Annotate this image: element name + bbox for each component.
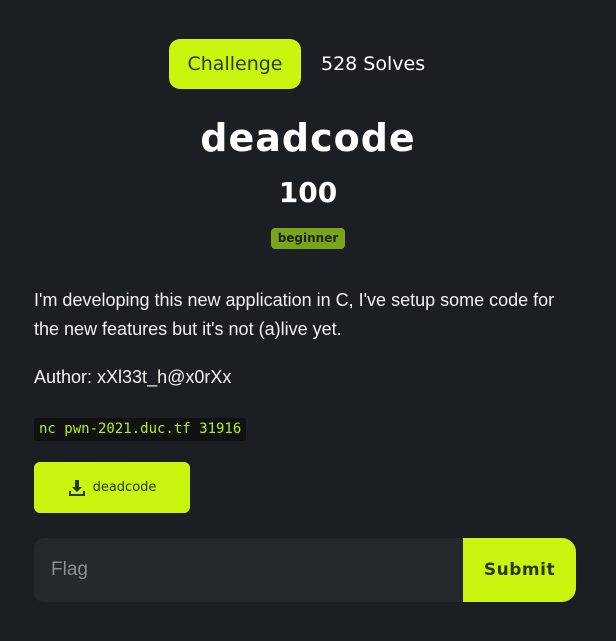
challenge-modal: Challenge 528 Solves deadcode 100 beginn…: [0, 0, 616, 641]
challenge-title: deadcode: [200, 116, 416, 160]
submit-button[interactable]: Submit: [463, 538, 576, 602]
modal-tabs: Challenge 528 Solves: [169, 39, 425, 89]
challenge-author: Author: xXl33t_h@x0rXx: [34, 367, 232, 387]
challenge-description: I'm developing this new application in C…: [34, 290, 555, 339]
tag-badge: beginner: [270, 228, 346, 249]
download-file-button[interactable]: deadcode: [34, 462, 190, 513]
download-icon: [68, 479, 85, 496]
connection-command: nc pwn-2021.duc.tf 31916: [34, 418, 247, 441]
tag-list: beginner: [0, 228, 616, 249]
download-file-label: deadcode: [92, 480, 157, 495]
flag-form: Submit: [34, 538, 576, 602]
challenge-points: 100: [278, 176, 338, 209]
flag-input[interactable]: [34, 538, 463, 602]
tab-challenge[interactable]: Challenge: [169, 39, 301, 89]
tab-solves[interactable]: 528 Solves: [321, 53, 425, 75]
